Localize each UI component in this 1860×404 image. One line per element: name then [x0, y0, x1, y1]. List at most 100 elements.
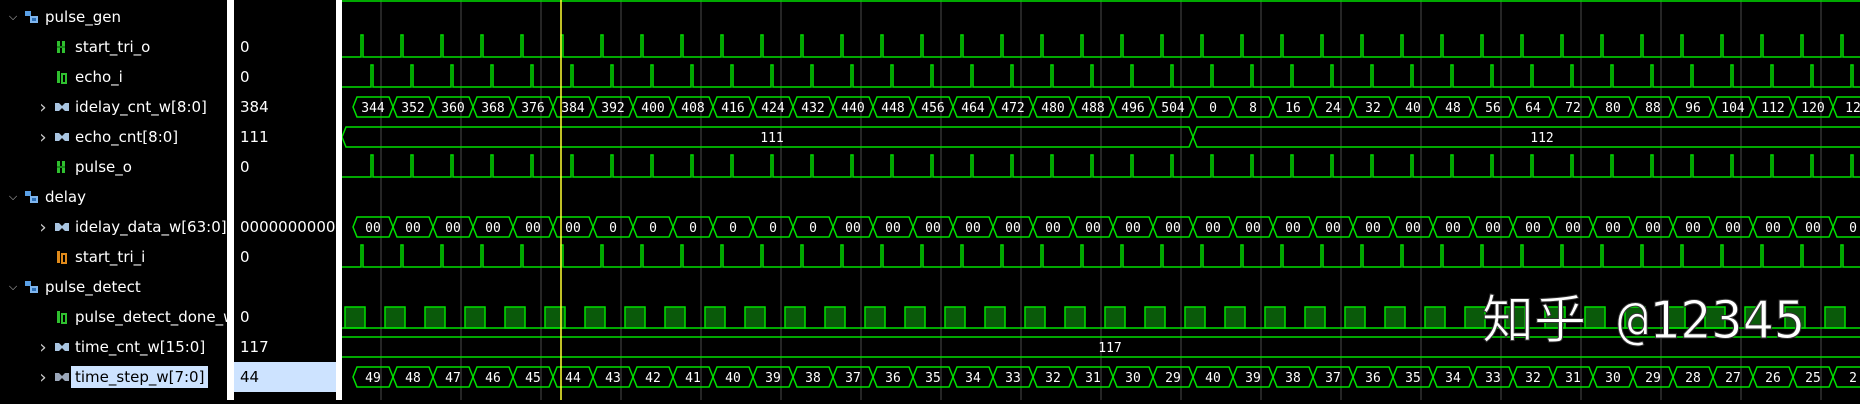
- high-segment: [584, 306, 606, 329]
- bus-value-label: 33: [1005, 371, 1021, 386]
- bus-value-label: 00: [1685, 221, 1701, 236]
- signal-name-panel: ⌵ pulse_gen start_tri_o echo_i › idelay_cnt_w…: [0, 0, 235, 400]
- bus-value-label: 47: [445, 371, 461, 386]
- bus-value-label: 42: [645, 371, 661, 386]
- bus-value-label: 29: [1165, 371, 1181, 386]
- bus-value-label: 00: [885, 221, 901, 236]
- bus-value-label: 00: [1165, 221, 1181, 236]
- high-segment: [1064, 306, 1086, 329]
- bus-value-label: 80: [1605, 101, 1621, 116]
- bus-value-label: 28: [1685, 371, 1701, 386]
- bus-value-label: 00: [965, 221, 981, 236]
- bus-gray-icon: [54, 370, 70, 384]
- chevron-down-icon[interactable]: ⌵: [6, 10, 20, 24]
- bus-value-label: 00: [1565, 221, 1581, 236]
- signal-name: start_tri_i: [75, 248, 146, 266]
- bus-value-label: 480: [1041, 101, 1064, 116]
- chevron-right-icon[interactable]: ›: [36, 127, 50, 148]
- signal-row[interactable]: echo_cnt[8:0]: [54, 122, 178, 152]
- bus-value-label: 0: [729, 221, 737, 236]
- bus-value-label: 0: [609, 221, 617, 236]
- signal-value: 0: [240, 38, 250, 56]
- bus-value-label: 40: [1205, 371, 1221, 386]
- signal-row[interactable]: time_step_w[7:0]: [54, 362, 209, 392]
- bus-value-label: 112: [1530, 131, 1553, 146]
- bus-value-label: 48: [1445, 101, 1461, 116]
- signal-row[interactable]: idelay_cnt_w[8:0]: [54, 92, 207, 122]
- bus-value-label: 464: [961, 101, 985, 116]
- bus-value-label: 00: [1245, 221, 1261, 236]
- bus-value-label: 344: [361, 101, 385, 116]
- watermark-text: 知乎 @12345: [1482, 291, 1805, 351]
- bus-value-label: 39: [1245, 371, 1261, 386]
- chevron-right-icon[interactable]: ›: [36, 97, 50, 118]
- bus-value-label: 34: [1445, 371, 1461, 386]
- signal-name: echo_i: [75, 68, 123, 86]
- waveform-canvas[interactable]: 344 352 360 368 376 384 392 400 408 416 424 432 440 4…: [341, 0, 1860, 400]
- scope-row[interactable]: pulse_detect: [24, 272, 141, 302]
- bus-value-label: 456: [921, 101, 944, 116]
- high-segment: [544, 306, 566, 329]
- bus-value-label: 43: [605, 371, 621, 386]
- bus-value-label: 432: [801, 101, 824, 116]
- signal-name: idelay_cnt_w[8:0]: [75, 98, 207, 116]
- signal-value: 44: [234, 362, 336, 392]
- high-segment: [1144, 306, 1166, 329]
- signal-value: 111: [240, 128, 269, 146]
- signal-name: pulse_detect_done_w: [75, 308, 236, 326]
- high-segment: [1104, 306, 1126, 329]
- chevron-down-icon[interactable]: ⌵: [6, 280, 20, 294]
- high-segment: [1424, 306, 1446, 329]
- scope-row[interactable]: delay: [24, 182, 86, 212]
- bus-value-label: 33: [1485, 371, 1501, 386]
- bus-value-label: 45: [525, 371, 541, 386]
- bus-value-label: 00: [1285, 221, 1301, 236]
- bus-value-label: 0: [649, 221, 657, 236]
- bus-value-label: 00: [1045, 221, 1061, 236]
- bus-value-label: 38: [805, 371, 821, 386]
- bus-value-label: 392: [601, 101, 624, 116]
- high-segment: [1224, 306, 1246, 329]
- high-segment: [424, 306, 446, 329]
- bus-value-label: 41: [685, 371, 701, 386]
- signal-row[interactable]: pulse_detect_done_w: [54, 302, 235, 332]
- high-segment: [1184, 306, 1206, 329]
- waveform-panel[interactable]: 344 352 360 368 376 384 392 400 408 416 424 432 440 4…: [341, 0, 1860, 400]
- bus-value-label: 46: [485, 371, 501, 386]
- signal-row[interactable]: time_cnt_w[15:0]: [54, 332, 205, 362]
- high-segment: [1384, 306, 1406, 329]
- signal-row[interactable]: idelay_data_w[63:0]: [54, 212, 227, 242]
- bus-value-label: 0: [689, 221, 697, 236]
- panel-divider[interactable]: [227, 0, 234, 400]
- bus-value-label: 00: [1125, 221, 1141, 236]
- bus-value-label: 00: [1205, 221, 1221, 236]
- bus-value-label: 00: [1085, 221, 1101, 236]
- high-segment: [464, 306, 486, 329]
- chevron-down-icon[interactable]: ⌵: [6, 190, 20, 204]
- chevron-right-icon[interactable]: ›: [36, 367, 50, 388]
- signal-row[interactable]: start_tri_i: [54, 242, 145, 272]
- bus-value-label: 104: [1721, 101, 1745, 116]
- bus-value-label: 25: [1805, 371, 1821, 386]
- bus-value-label: 37: [845, 371, 861, 386]
- bus-value-label: 00: [525, 221, 541, 236]
- high-segment: [944, 306, 966, 329]
- bus-value-label: 00: [1645, 221, 1661, 236]
- bus-value-label: 00: [445, 221, 461, 236]
- bus-value-label: 32: [1365, 101, 1381, 116]
- signal-row[interactable]: start_tri_o: [54, 32, 150, 62]
- scope-row[interactable]: pulse_gen: [24, 2, 121, 32]
- signal-value-panel: 003841110000000000000000011744: [234, 0, 336, 400]
- signal-name: start_tri_o: [75, 38, 151, 56]
- signal-row[interactable]: pulse_o: [54, 152, 132, 182]
- bus-value-label: 111: [760, 131, 783, 146]
- chevron-right-icon[interactable]: ›: [36, 217, 50, 238]
- high-segment: [824, 306, 846, 329]
- bus-value-label: 00: [1525, 221, 1541, 236]
- signal-row[interactable]: echo_i: [54, 62, 123, 92]
- signal-value: [234, 182, 336, 212]
- signal-value: 0: [240, 308, 250, 326]
- bus-value-label: 00: [845, 221, 861, 236]
- signal-value: 0: [240, 158, 250, 176]
- chevron-right-icon[interactable]: ›: [36, 337, 50, 358]
